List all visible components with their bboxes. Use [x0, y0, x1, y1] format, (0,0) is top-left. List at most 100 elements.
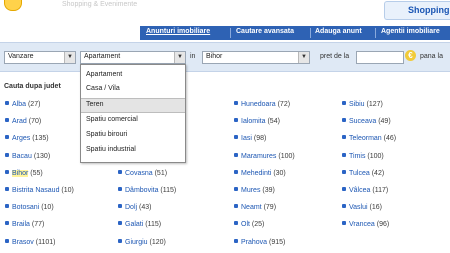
bullet-icon: [118, 238, 122, 243]
nav-divider: [310, 28, 311, 38]
nav-anunturi-imobiliare[interactable]: Anunturi imobiliare: [146, 28, 210, 35]
county-name: Dâmbovita: [125, 187, 159, 194]
county-count: (39): [262, 187, 275, 194]
chevron-down-icon[interactable]: ▼: [298, 52, 309, 63]
county-name: Mehedinti: [241, 169, 272, 177]
chevron-down-icon[interactable]: ▼: [174, 52, 185, 63]
county-link[interactable]: Iasi (98): [234, 135, 266, 142]
county-link[interactable]: Botosani (10): [5, 204, 54, 211]
county-link[interactable]: Bacau (130): [5, 152, 50, 160]
county-name: Teleorman: [349, 135, 382, 143]
county-link[interactable]: Neamt (79): [234, 204, 276, 211]
top-strip: Shopping & Evenimente Shopping: [0, 0, 450, 26]
dropdown-option-teren[interactable]: Teren: [81, 98, 185, 113]
bullet-icon: [5, 187, 9, 191]
county-count: (115): [145, 221, 162, 229]
county-link[interactable]: Arad (70): [5, 118, 41, 125]
county-name: Tulcea: [349, 169, 370, 177]
county-link[interactable]: Prahova (915): [234, 238, 285, 246]
nav-adauga-anunt[interactable]: Adauga anunt: [315, 28, 362, 35]
bullet-icon: [342, 152, 346, 157]
county-link[interactable]: Suceava (49): [342, 118, 391, 125]
county-link[interactable]: Vâlcea (117): [342, 187, 388, 194]
county-select-value: Bihor: [206, 53, 223, 60]
site-logo[interactable]: [0, 0, 26, 16]
county-link[interactable]: Vaslui (16): [342, 204, 382, 211]
county-link[interactable]: Olt (25): [234, 221, 264, 228]
county-link[interactable]: Teleorman (46): [342, 135, 396, 142]
county-link[interactable]: Mehedinti (30): [234, 169, 286, 177]
county-link[interactable]: Ialomita (54): [234, 118, 280, 125]
bullet-icon: [5, 238, 9, 243]
bullet-icon: [118, 221, 122, 226]
county-link[interactable]: Galati (115): [118, 221, 161, 228]
dropdown-option-spatiu-birouri[interactable]: Spatiu birouri: [81, 129, 185, 142]
shopping-tab[interactable]: Shopping: [384, 1, 450, 20]
county-link[interactable]: Covasna (51): [118, 169, 168, 177]
county-link[interactable]: Mures (39): [234, 187, 275, 194]
county-link[interactable]: Braila (77): [5, 221, 44, 228]
dropdown-option-label: Spatiu comercial: [86, 116, 138, 123]
bullet-icon: [5, 221, 9, 226]
dropdown-option-label: Teren: [86, 101, 104, 108]
bullet-icon: [342, 169, 346, 174]
county-count: (72): [277, 101, 291, 108]
county-link[interactable]: Vrancea (96): [342, 221, 389, 228]
county-link[interactable]: Dâmbovita (115): [118, 187, 176, 194]
county-link[interactable]: Maramures (100): [234, 152, 295, 160]
county-count: (51): [154, 169, 168, 177]
county-link[interactable]: Hunedoara (72): [234, 101, 290, 108]
bullet-icon: [5, 118, 9, 123]
dropdown-option-apartament[interactable]: Apartament: [81, 69, 185, 82]
property-type-dropdown[interactable]: Apartament Casa / Vila Teren Spatiu come…: [80, 64, 186, 163]
county-link[interactable]: Tulcea (42): [342, 169, 384, 177]
search-by-county-heading: Cauta dupa judet: [4, 83, 61, 90]
dropdown-option-spatiu-comercial[interactable]: Spatiu comercial: [81, 114, 185, 127]
property-type-select[interactable]: Apartament ▼: [80, 51, 186, 64]
county-count: (96): [376, 221, 390, 229]
county-count: (25): [251, 221, 265, 229]
county-count: (30): [273, 169, 286, 177]
bullet-icon: [234, 101, 238, 105]
county-name: Covasna: [125, 169, 153, 177]
county-count: (98): [253, 135, 267, 143]
county-name: Iasi: [241, 135, 252, 143]
county-select[interactable]: Bihor ▼: [202, 51, 310, 64]
county-link[interactable]: Bihor (55): [5, 169, 43, 177]
county-count: (27): [27, 101, 41, 108]
chevron-down-icon[interactable]: ▼: [64, 52, 75, 63]
county-name: Arges: [12, 135, 31, 143]
county-name: Dolj: [125, 204, 138, 212]
county-name: Bacau: [12, 152, 32, 160]
county-link[interactable]: Sibiu (127): [342, 101, 383, 108]
dropdown-option-spatiu-industrial[interactable]: Spatiu industrial: [81, 144, 185, 157]
price-to-label: pana la: [420, 53, 443, 60]
dropdown-option-casa-vila[interactable]: Casa / Vila: [81, 83, 185, 96]
county-name: Brasov: [12, 238, 34, 246]
county-name: Alba: [12, 101, 27, 108]
county-name: Vâlcea: [349, 187, 371, 194]
county-name: Hunedoara: [241, 101, 276, 108]
county-link[interactable]: Arges (135): [5, 135, 49, 142]
county-link[interactable]: Brasov (1101): [5, 238, 55, 246]
county-link[interactable]: Giurgiu (120): [118, 238, 166, 246]
county-link[interactable]: Timis (100): [342, 152, 384, 160]
bullet-icon: [342, 118, 346, 123]
county-link[interactable]: Dolj (43): [118, 204, 151, 211]
nav-agentii-imobiliare[interactable]: Agentii imobiliare: [381, 28, 440, 35]
bullet-icon: [342, 187, 346, 191]
bullet-icon: [234, 204, 238, 209]
county-count: (120): [149, 238, 166, 246]
county-name: Bihor: [12, 169, 29, 177]
county-name: Braila: [12, 221, 30, 229]
price-from-input[interactable]: [356, 51, 404, 64]
search-bar: Vanzare ▼ Apartament ▼ in Bihor ▼ pret d…: [0, 42, 450, 72]
county-name: Vrancea: [349, 221, 375, 229]
bullet-icon: [234, 169, 238, 174]
transaction-select[interactable]: Vanzare ▼: [4, 51, 76, 64]
top-faded-text: Shopping & Evenimente: [62, 1, 138, 8]
county-name: Timis: [349, 152, 366, 160]
nav-cautare-avansata[interactable]: Cautare avansata: [236, 28, 294, 35]
county-link[interactable]: Alba (27): [5, 101, 40, 108]
county-link[interactable]: Bistrita Nasaud (10): [5, 187, 74, 194]
